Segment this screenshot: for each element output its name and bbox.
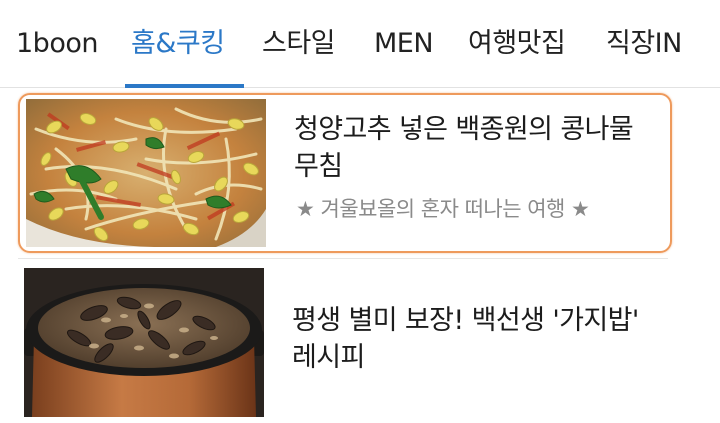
tab-work-in[interactable]: 직장IN [606,26,682,62]
tab-travel-food[interactable]: 여행맛집 [468,26,566,62]
category-tab-bar: 1boon 홈&쿠킹 스타일 MEN 여행맛집 직장IN [0,0,720,88]
tab-1boon[interactable]: 1boon [16,26,98,62]
article-thumbnail[interactable] [24,268,264,417]
article-title[interactable]: 평생 별미 보장! 백선생 '가지밥' 레시피 [292,302,672,376]
eggplant-rice-pot-photo [24,268,264,417]
article-title[interactable]: 청양고추 넣은 백종원의 콩나물 무침 [294,111,674,185]
tab-men[interactable]: MEN [374,26,434,62]
article-divider [18,258,668,259]
article-card-eggplant-rice[interactable]: 평생 별미 보장! 백선생 '가지밥' 레시피 [18,264,672,423]
tab-style[interactable]: 스타일 [262,26,336,62]
bean-sprout-salad-photo [26,99,266,247]
article-author: ★ 겨울뵤올의 혼자 떠나는 여행 ★ [296,197,590,221]
tab-home-cooking[interactable]: 홈&쿠킹 [131,26,225,62]
article-card-bean-sprout[interactable]: 청양고추 넣은 백종원의 콩나물 무침 ★ 겨울뵤올의 혼자 떠나는 여행 ★ [18,93,672,253]
article-thumbnail[interactable] [26,99,266,247]
active-tab-indicator [125,84,244,88]
